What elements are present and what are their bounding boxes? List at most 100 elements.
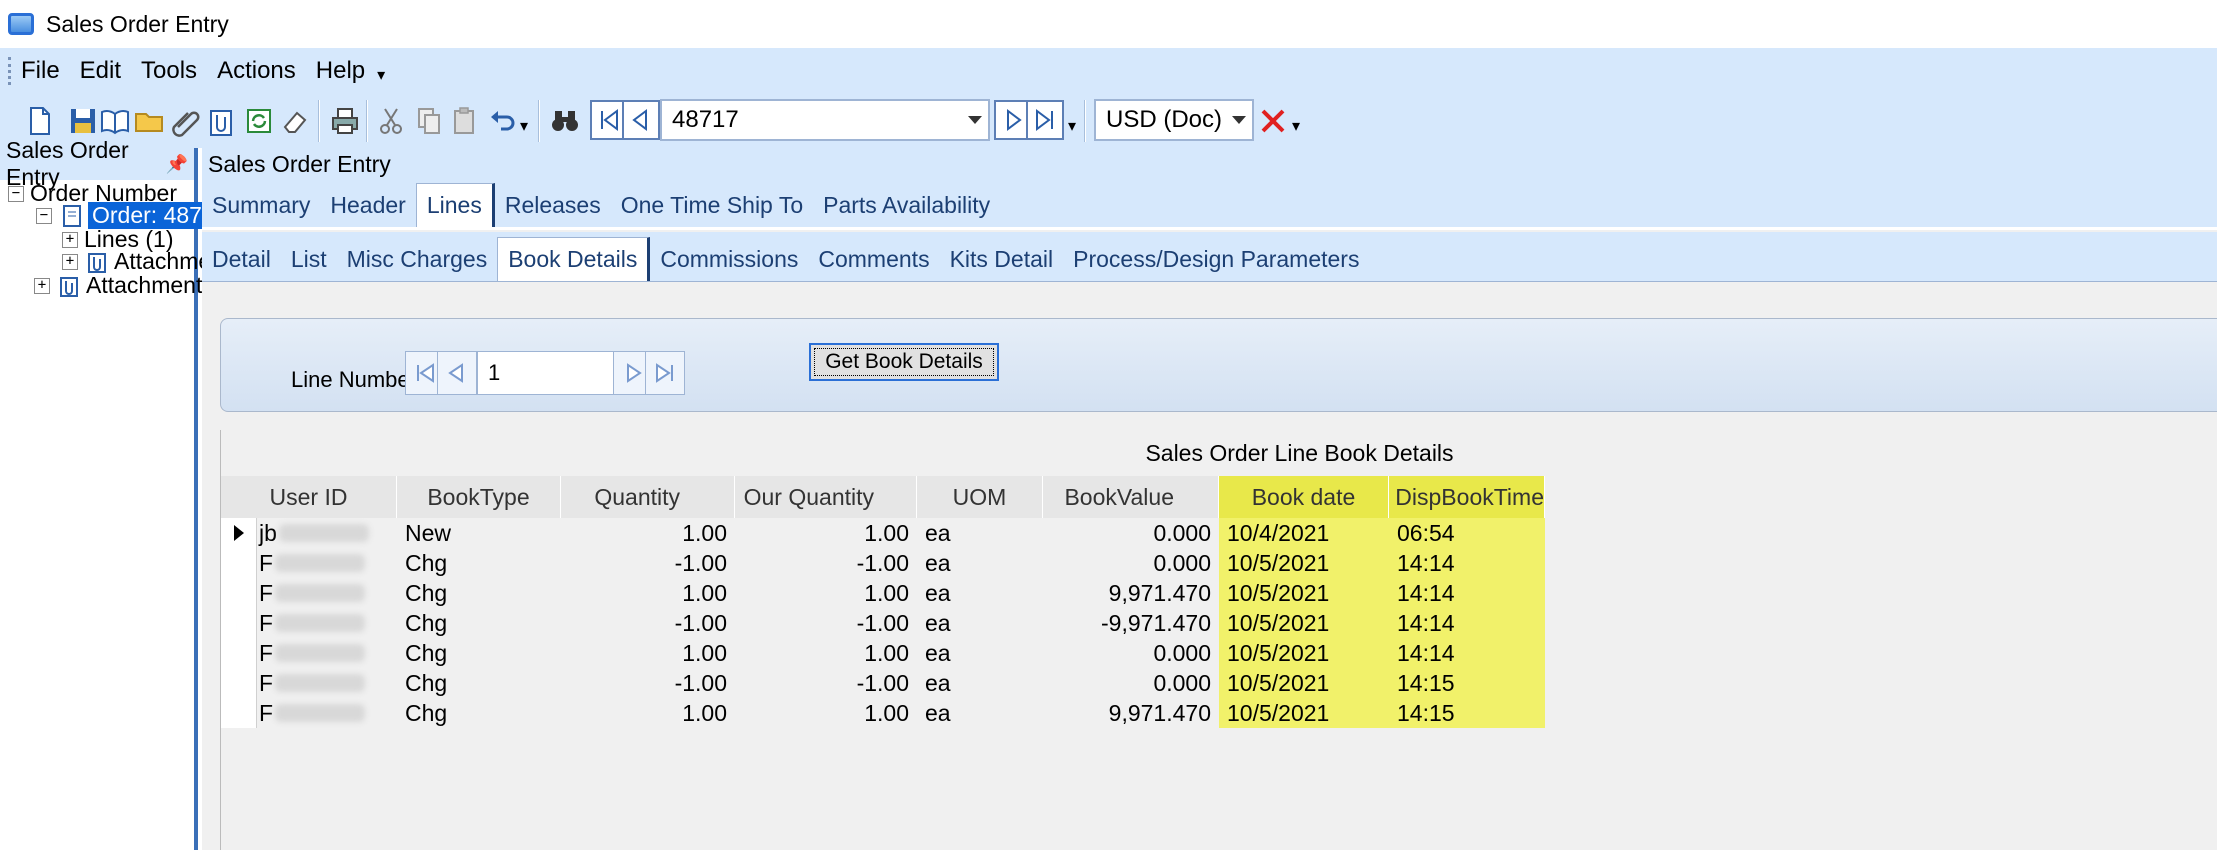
cell-user-id-container[interactable]: jb (221, 518, 397, 548)
cell-value[interactable]: 0.000 (1043, 638, 1219, 668)
row-indicator[interactable] (221, 698, 257, 728)
tab-detail[interactable]: Detail (202, 246, 281, 281)
tab-header[interactable]: Header (320, 192, 415, 227)
cell-type[interactable]: Chg (397, 548, 561, 578)
cell-time[interactable]: 14:15 (1389, 698, 1545, 728)
tab-kits-detail[interactable]: Kits Detail (940, 246, 1064, 281)
cell-value[interactable]: 0.000 (1043, 518, 1219, 548)
cell-type[interactable]: New (397, 518, 561, 548)
cell-type[interactable]: Chg (397, 578, 561, 608)
last-record-button[interactable] (1026, 100, 1064, 140)
tree-node-line-attachments[interactable]: + Attachme (62, 248, 211, 275)
cell-user-id-container[interactable]: F (221, 548, 397, 578)
prev-line-button[interactable] (437, 351, 477, 395)
menu-overflow-icon[interactable]: ▾ (377, 65, 385, 85)
cell-user-id[interactable]: F (257, 580, 273, 607)
book-icon[interactable] (96, 102, 134, 140)
cell-our-qty[interactable]: 1.00 (735, 638, 917, 668)
delete-icon[interactable] (1254, 102, 1292, 140)
cell-user-id-container[interactable]: F (221, 608, 397, 638)
tab-lines[interactable]: Lines (415, 183, 495, 227)
folder-icon[interactable] (130, 102, 168, 140)
undo-icon[interactable] (484, 102, 522, 140)
cell-uom[interactable]: ea (917, 698, 1043, 728)
binoculars-icon[interactable] (546, 102, 584, 140)
copy-icon[interactable] (410, 102, 448, 140)
tab-process-design-parameters[interactable]: Process/Design Parameters (1063, 246, 1369, 281)
table-row[interactable]: jb New 1.00 1.00 ea 0.000 10/4/2021 06:54 (221, 518, 1545, 548)
currency-combo[interactable]: USD (Doc) (1094, 99, 1254, 141)
chevron-down-icon[interactable] (962, 101, 988, 139)
menu-file[interactable]: File (11, 57, 70, 85)
table-row[interactable]: F Chg 1.00 1.00 ea 9,971.470 10/5/2021 14:14 (221, 578, 1545, 608)
cell-time[interactable]: 06:54 (1389, 518, 1545, 548)
cell-date[interactable]: 10/5/2021 (1219, 548, 1389, 578)
table-row[interactable]: F Chg 1.00 1.00 ea 0.000 10/5/2021 14:14 (221, 638, 1545, 668)
tab-summary[interactable]: Summary (202, 192, 320, 227)
menu-actions[interactable]: Actions (207, 57, 306, 85)
cell-date[interactable]: 10/5/2021 (1219, 638, 1389, 668)
cell-type[interactable]: Chg (397, 638, 561, 668)
row-indicator[interactable] (221, 578, 257, 608)
cell-uom[interactable]: ea (917, 578, 1043, 608)
cell-user-id[interactable]: F (257, 670, 273, 697)
cell-user-id[interactable]: F (257, 550, 273, 577)
tab-one-time-ship-to[interactable]: One Time Ship To (611, 192, 813, 227)
order-number-combo[interactable]: 48717 (660, 99, 990, 141)
nav-dropdown-icon[interactable]: ▾ (1068, 116, 1076, 136)
refresh-icon[interactable] (240, 102, 278, 140)
tab-comments[interactable]: Comments (808, 246, 939, 281)
cell-user-id-container[interactable]: F (221, 638, 397, 668)
cell-user-id-container[interactable]: F (221, 698, 397, 728)
cell-our-qty[interactable]: 1.00 (735, 578, 917, 608)
cell-date[interactable]: 10/5/2021 (1219, 668, 1389, 698)
chevron-down-icon[interactable] (1226, 101, 1252, 139)
undo-dropdown-icon[interactable]: ▾ (520, 116, 528, 136)
tab-misc-charges[interactable]: Misc Charges (337, 246, 498, 281)
column-header-dispbooktime[interactable]: DispBookTime (1389, 476, 1545, 518)
toolbar-overflow-icon[interactable]: ▾ (1292, 116, 1300, 136)
cell-our-qty[interactable]: 1.00 (735, 698, 917, 728)
cell-qty[interactable]: 1.00 (561, 638, 735, 668)
new-doc-icon[interactable] (20, 102, 58, 140)
expand-icon[interactable]: + (62, 253, 78, 270)
cell-our-qty[interactable]: -1.00 (735, 668, 917, 698)
cell-date[interactable]: 10/5/2021 (1219, 608, 1389, 638)
cell-type[interactable]: Chg (397, 668, 561, 698)
cell-time[interactable]: 14:15 (1389, 668, 1545, 698)
cell-uom[interactable]: ea (917, 548, 1043, 578)
cell-date[interactable]: 10/4/2021 (1219, 518, 1389, 548)
cut-icon[interactable] (372, 102, 410, 140)
cell-our-qty[interactable]: -1.00 (735, 548, 917, 578)
column-header-booktype[interactable]: BookType (397, 476, 561, 518)
cell-qty[interactable]: 1.00 (561, 578, 735, 608)
cell-value[interactable]: 0.000 (1043, 548, 1219, 578)
eraser-icon[interactable] (276, 102, 314, 140)
expand-icon[interactable]: + (34, 277, 50, 294)
cell-uom[interactable]: ea (917, 668, 1043, 698)
cell-user-id-container[interactable]: F (221, 578, 397, 608)
table-row[interactable]: F Chg -1.00 -1.00 ea 0.000 10/5/2021 14:14 (221, 548, 1545, 578)
cell-user-id[interactable]: jb (257, 520, 277, 547)
column-header-user-id[interactable]: User ID (221, 476, 397, 518)
cell-time[interactable]: 14:14 (1389, 578, 1545, 608)
column-header-our-quantity[interactable]: Our Quantity (735, 476, 917, 518)
cell-date[interactable]: 10/5/2021 (1219, 578, 1389, 608)
cell-user-id-container[interactable]: F (221, 668, 397, 698)
cell-qty[interactable]: 1.00 (561, 698, 735, 728)
cell-type[interactable]: Chg (397, 698, 561, 728)
cell-uom[interactable]: ea (917, 638, 1043, 668)
cell-qty[interactable]: -1.00 (561, 548, 735, 578)
pin-icon[interactable]: 📌 (166, 154, 188, 175)
row-indicator[interactable] (221, 608, 257, 638)
tab-commissions[interactable]: Commissions (650, 246, 808, 281)
prev-record-button[interactable] (622, 100, 660, 140)
row-indicator[interactable] (221, 548, 257, 578)
last-line-button[interactable] (645, 351, 685, 395)
row-indicator[interactable] (221, 668, 257, 698)
tab-book-details[interactable]: Book Details (497, 237, 651, 281)
attach-icon[interactable] (166, 102, 204, 140)
table-row[interactable]: F Chg -1.00 -1.00 ea 0.000 10/5/2021 14:15 (221, 668, 1545, 698)
get-book-details-button[interactable]: Get Book Details (809, 343, 999, 381)
column-header-book-date[interactable]: Book date (1219, 476, 1389, 518)
